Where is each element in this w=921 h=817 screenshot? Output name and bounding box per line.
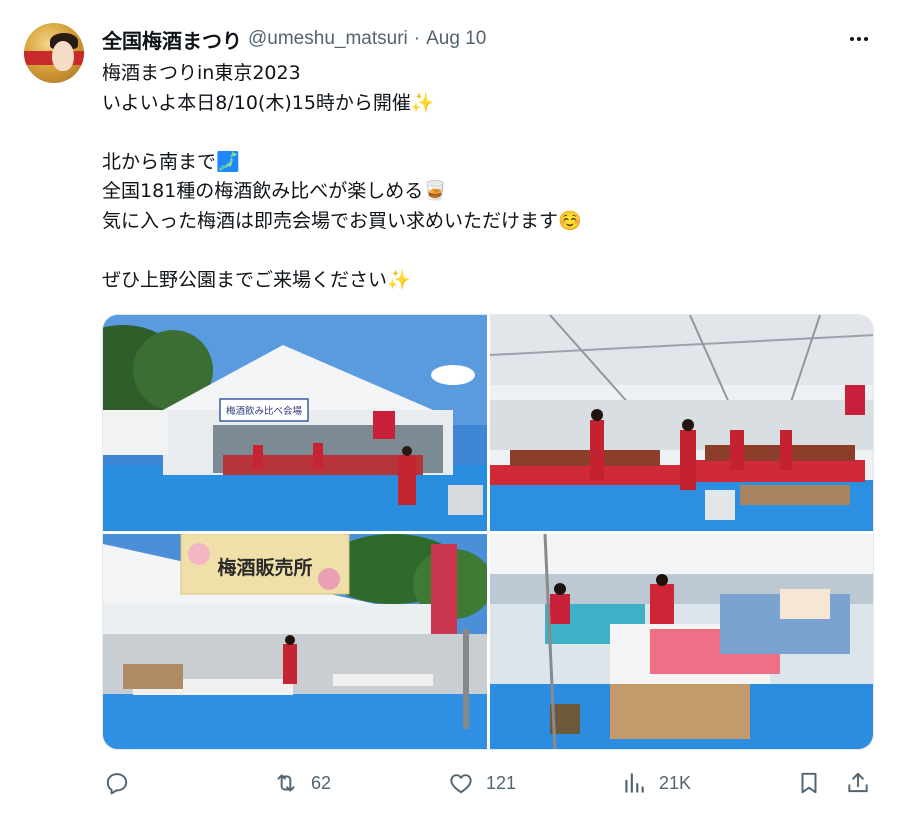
- sales-sign-text: 梅酒販売所: [217, 556, 312, 579]
- photo-sales-booth-image: 梅酒販売所: [103, 534, 487, 749]
- photo-sales-booth[interactable]: 梅酒販売所: [103, 534, 487, 749]
- more-dot: [850, 37, 854, 41]
- tasting-sign-text: 梅酒飲み比べ会場: [226, 405, 303, 417]
- views-count: 21K: [659, 772, 692, 793]
- photo-tasting-tent-image: 梅酒飲み比べ会場: [103, 315, 487, 531]
- display-name[interactable]: 全国梅酒まつり: [102, 25, 242, 54]
- tweet-text: 梅酒まつりin東京2023 いよいよ本日8/10(木)15時から開催✨ 北から南…: [102, 58, 882, 294]
- share-icon: [848, 772, 868, 793]
- more-dot: [857, 37, 861, 41]
- tweet-header: 全国梅酒まつり @umeshu_matsuri · Aug 10: [102, 25, 486, 54]
- separator-dot: ·: [413, 28, 421, 49]
- reply-button[interactable]: [104, 766, 130, 800]
- media-grid: 梅酒飲み比べ会場 梅酒販売所: [102, 314, 874, 750]
- more-dot: [864, 37, 868, 41]
- views-button[interactable]: 21K: [621, 766, 691, 800]
- reply-icon: [106, 773, 128, 795]
- tweet-line: ぜひ上野公園までご来場ください✨: [102, 268, 411, 291]
- tweet-line: 全国181種の梅酒飲み比べが楽しめる🥃: [102, 180, 447, 202]
- heart-icon: [450, 774, 472, 794]
- tweet-line: 梅酒まつりin東京2023: [102, 62, 301, 84]
- retweet-count: 62: [311, 772, 332, 793]
- views-icon: [625, 773, 644, 793]
- tweet-line: いよいよ本日8/10(木)15時から開催✨: [102, 91, 435, 114]
- photo-tent-interior[interactable]: [490, 315, 873, 531]
- photo-sales-shelves[interactable]: [490, 534, 873, 749]
- tweet-date[interactable]: Aug 10: [426, 28, 486, 50]
- photo-sales-shelves-image: [490, 534, 873, 749]
- bookmark-button[interactable]: [796, 766, 822, 800]
- more-options-icon[interactable]: [844, 28, 874, 50]
- tweet-line: 気に入った梅酒は即売会場でお買い求めいただけます☺️: [102, 209, 582, 232]
- avatar[interactable]: [24, 23, 84, 83]
- avatar-face: [52, 41, 74, 71]
- action-bar: 62 121 21K: [102, 766, 874, 800]
- photo-tent-interior-image: [490, 315, 873, 531]
- share-button[interactable]: [845, 766, 871, 800]
- tweet-line: 北から南まで🗾: [102, 150, 240, 173]
- like-count: 121: [486, 772, 517, 793]
- user-handle[interactable]: @umeshu_matsuri: [248, 28, 408, 50]
- retweet-button[interactable]: 62: [273, 766, 331, 800]
- photo-tasting-tent[interactable]: 梅酒飲み比べ会場: [103, 315, 487, 531]
- tweet: 全国梅酒まつり @umeshu_matsuri · Aug 10 梅酒まつりin…: [0, 0, 921, 817]
- retweet-icon: [277, 774, 295, 792]
- bookmark-icon: [801, 772, 817, 794]
- like-button[interactable]: 121: [448, 766, 516, 800]
